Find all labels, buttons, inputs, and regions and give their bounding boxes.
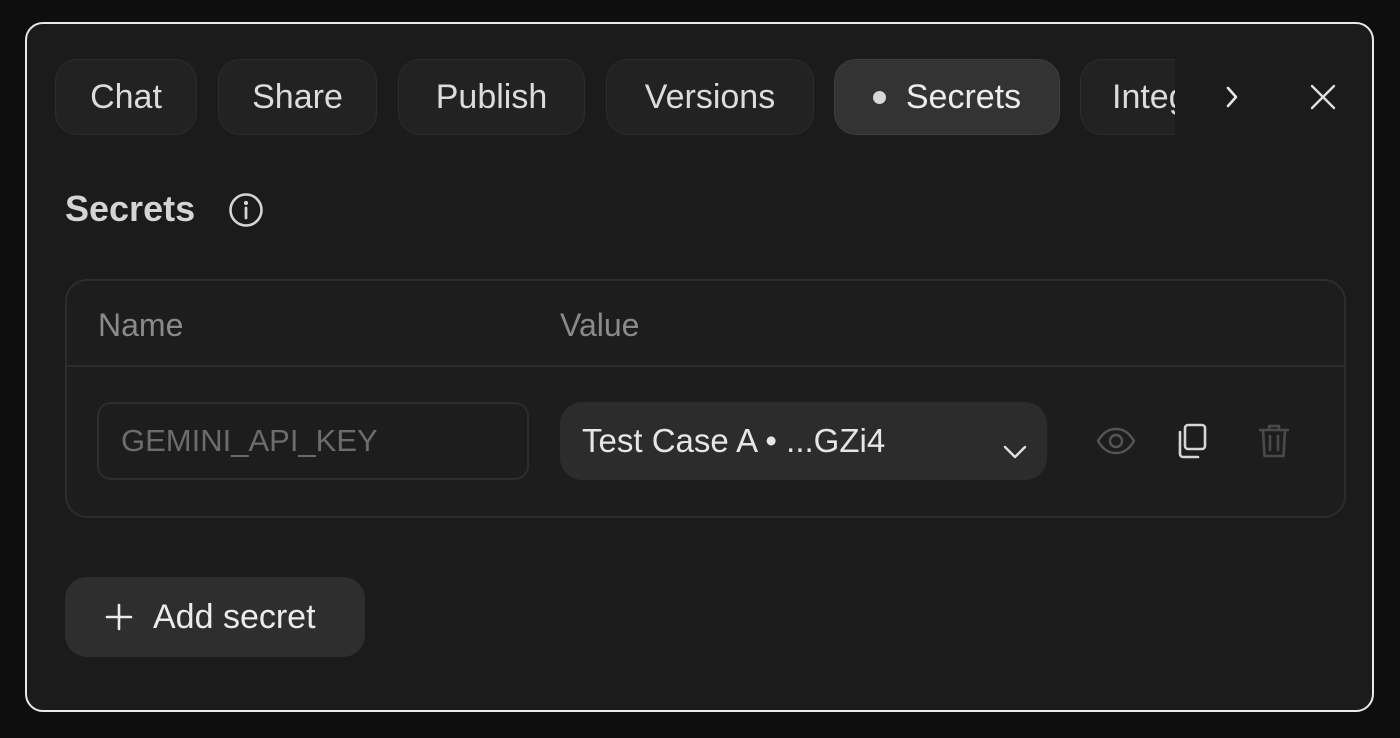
- header-divider: [67, 365, 1344, 367]
- secret-value-text: Test Case A • ...GZi4: [582, 422, 886, 459]
- add-secret-label: Add secret: [153, 597, 316, 636]
- tab-secrets[interactable]: Secrets: [834, 59, 1060, 135]
- tab-chat[interactable]: Chat: [55, 59, 197, 135]
- column-header-value: Value: [560, 307, 640, 343]
- copy-icon[interactable]: [1172, 421, 1212, 461]
- close-icon[interactable]: [1303, 77, 1343, 117]
- tab-label: Integrations: [1112, 77, 1175, 116]
- tab-integrations[interactable]: Integrations: [1080, 59, 1175, 135]
- secrets-panel: Chat Share Publish Versions Secrets Inte…: [25, 22, 1374, 712]
- secret-name-input[interactable]: [97, 402, 529, 480]
- chevron-right-icon[interactable]: [1212, 77, 1252, 117]
- secret-value-select[interactable]: Test Case A • ...GZi4: [560, 402, 1047, 480]
- tab-label: Chat: [90, 77, 162, 116]
- tab-versions[interactable]: Versions: [606, 59, 814, 135]
- plus-icon: [105, 603, 133, 631]
- tab-publish[interactable]: Publish: [398, 59, 585, 135]
- active-dot-icon: [872, 90, 886, 104]
- tab-label: Share: [252, 77, 343, 116]
- trash-icon[interactable]: [1254, 421, 1294, 461]
- tab-label: Versions: [644, 77, 776, 116]
- tab-share[interactable]: Share: [218, 59, 377, 135]
- info-icon[interactable]: [228, 192, 264, 228]
- tab-bar: Chat Share Publish Versions Secrets Inte…: [55, 57, 1175, 139]
- tab-label: Publish: [435, 77, 548, 116]
- add-secret-button[interactable]: Add secret: [65, 577, 365, 657]
- tab-label: Secrets: [905, 77, 1022, 116]
- eye-icon[interactable]: [1094, 422, 1138, 460]
- section-title: Secrets: [65, 188, 196, 229]
- column-header-name: Name: [98, 307, 184, 343]
- secrets-table: Name Value Test Case A • ...GZi4: [65, 279, 1346, 518]
- chevron-down-icon: [1003, 429, 1027, 467]
